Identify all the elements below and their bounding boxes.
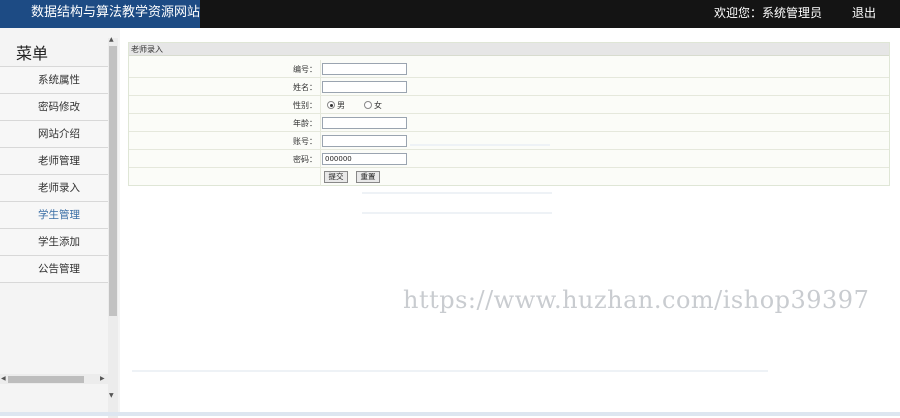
menu-title: 菜单 [16, 44, 49, 63]
form-cell-divider [320, 60, 321, 78]
form-cell-divider [320, 78, 321, 96]
form-row-password: 密码： [129, 150, 889, 168]
sidebar-item-teacher-entry[interactable]: 老师录入 [0, 175, 108, 202]
sidebar-item-teacher-management[interactable]: 老师管理 [0, 148, 108, 175]
form-row-age: 年龄： [129, 114, 889, 132]
reset-button[interactable]: 重置 [356, 171, 380, 183]
form-cell-divider [320, 96, 321, 114]
gender-female-radio[interactable] [364, 101, 372, 109]
sidebar-item-system-properties[interactable]: 系统属性 [0, 67, 108, 94]
horizontal-scrollbar-thumb[interactable] [8, 376, 84, 383]
menu-list: 系统属性 密码修改 网站介绍 老师管理 老师录入 学生管理 学生添加 公告管理 [0, 66, 108, 283]
submit-button[interactable]: 提交 [324, 171, 348, 183]
scroll-down-arrow-icon[interactable]: ▼ [109, 392, 114, 399]
form-row-gender: 性别： 男 女 [129, 96, 889, 114]
sidebar-item-student-management[interactable]: 学生管理 [0, 202, 108, 229]
ghost-line [410, 144, 550, 146]
account-label: 账号： [293, 137, 317, 146]
form-row-id: 编号： [129, 60, 889, 78]
gender-female-label: 女 [374, 101, 382, 110]
form-cell-divider [320, 114, 321, 132]
id-field[interactable] [322, 63, 407, 75]
sidebar-item-student-add[interactable]: 学生添加 [0, 229, 108, 256]
account-field[interactable] [322, 135, 407, 147]
password-label: 密码： [293, 155, 317, 164]
form-cell-divider [320, 168, 321, 186]
top-bar: 数据结构与算法教学资源网站 欢迎您：系统管理员 退出 [0, 0, 900, 28]
gender-male-label: 男 [337, 101, 345, 110]
id-label: 编号： [293, 65, 317, 74]
password-field[interactable] [322, 153, 407, 165]
vertical-scrollbar-thumb[interactable] [109, 46, 117, 316]
welcome-text: 欢迎您：系统管理员 [714, 6, 823, 20]
gender-male-radio[interactable] [327, 101, 335, 109]
age-field[interactable] [322, 117, 407, 129]
form-header: 老师录入 [129, 43, 889, 56]
scroll-up-arrow-icon[interactable]: ▲ [109, 36, 114, 43]
teacher-entry-form: 老师录入 编号： 姓名： 性别： 男 女 年龄： 账号： 密码： 提交 重置 [128, 42, 890, 186]
site-title: 数据结构与算法教学资源网站 [0, 0, 200, 28]
ghost-line [362, 192, 552, 194]
ghost-line [132, 370, 768, 372]
form-cell-divider [320, 132, 321, 150]
ghost-line [362, 212, 552, 214]
form-row-account: 账号： [129, 132, 889, 150]
bottom-border [0, 412, 900, 416]
name-field[interactable] [322, 81, 407, 93]
sidebar-item-announcement-management[interactable]: 公告管理 [0, 256, 108, 283]
sidebar: 菜单 系统属性 密码修改 网站介绍 老师管理 老师录入 学生管理 学生添加 公告… [0, 28, 120, 418]
form-cell-divider [320, 150, 321, 168]
scroll-right-arrow-icon[interactable]: ▶ [100, 375, 105, 382]
age-label: 年龄： [293, 119, 317, 128]
logout-link[interactable]: 退出 [852, 0, 876, 28]
name-label: 姓名： [293, 83, 317, 92]
form-title: 老师录入 [131, 45, 163, 54]
form-row-name: 姓名： [129, 78, 889, 96]
gender-label: 性别： [293, 101, 317, 110]
sidebar-item-change-password[interactable]: 密码修改 [0, 94, 108, 121]
scroll-left-arrow-icon[interactable]: ◀ [1, 375, 6, 382]
sidebar-item-site-intro[interactable]: 网站介绍 [0, 121, 108, 148]
watermark-text: https://www.huzhan.com/ishop39397 [403, 286, 870, 314]
